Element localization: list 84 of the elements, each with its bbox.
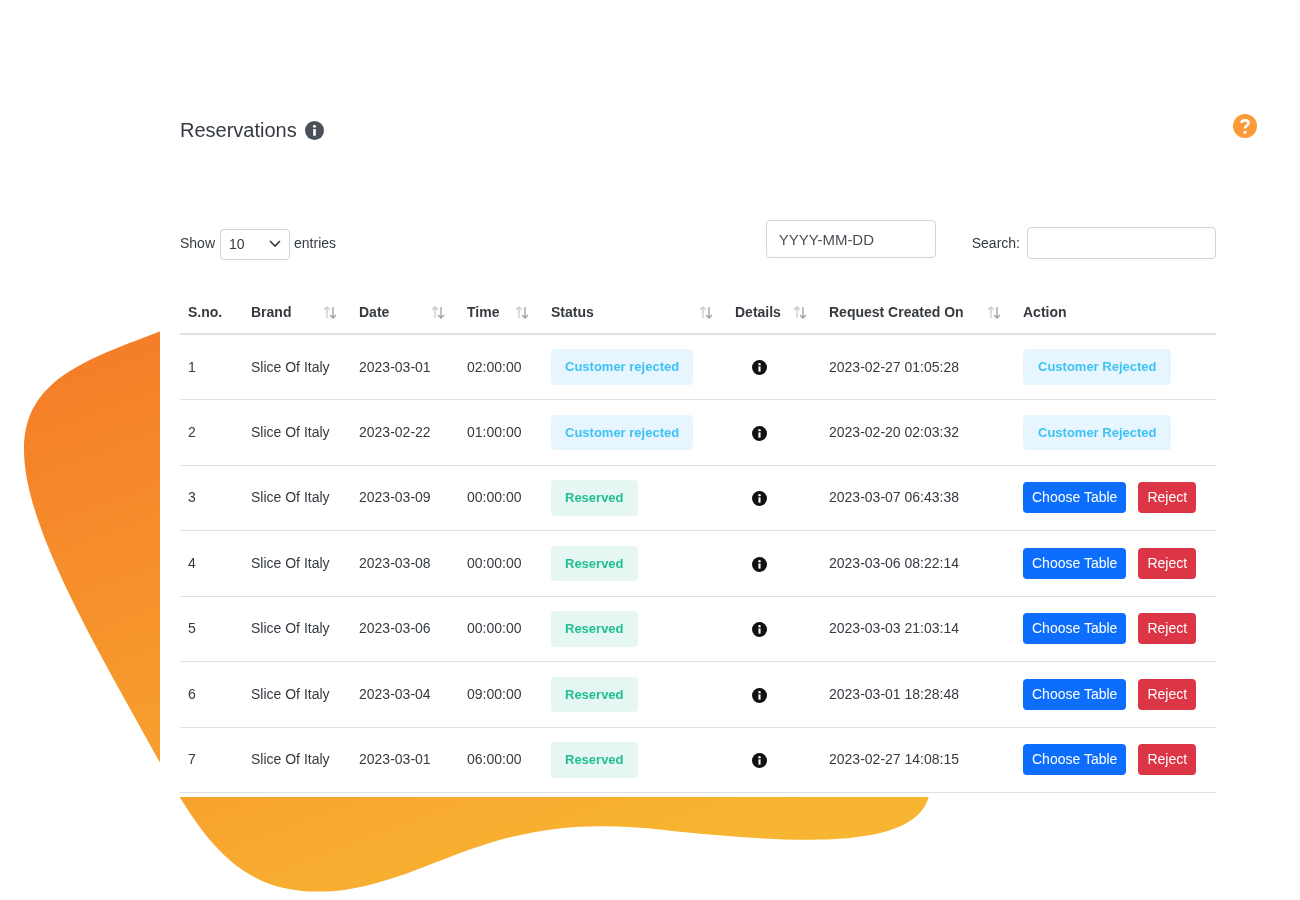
table-cell: Slice Of Italy: [251, 685, 330, 702]
table-cell: 6: [188, 685, 196, 702]
table-cell: 2023-03-08: [359, 554, 431, 571]
table-cell: 00:00:00: [467, 554, 522, 571]
status-badge: Reserved: [551, 742, 638, 778]
table-cell: 1: [188, 358, 196, 375]
table-cell: 09:00:00: [467, 685, 522, 702]
page-title: Reservations: [180, 118, 297, 143]
table-cell: Slice Of Italy: [251, 554, 330, 571]
table-cell: 2023-03-07 06:43:38: [829, 489, 959, 506]
info-icon[interactable]: [751, 687, 767, 703]
info-icon[interactable]: [304, 120, 324, 140]
reject-button[interactable]: Reject: [1138, 613, 1197, 645]
status-badge: Reserved: [551, 611, 638, 647]
info-icon[interactable]: [751, 556, 767, 572]
status-badge: Customer Rejected: [1023, 414, 1172, 450]
info-icon[interactable]: [751, 360, 767, 376]
table-cell: 2023-03-04: [359, 685, 431, 702]
table-cell: 4: [188, 554, 196, 571]
show-label: Show: [180, 233, 216, 253]
status-badge: Customer Rejected: [1023, 349, 1172, 385]
status-badge: Reserved: [551, 480, 638, 516]
choose-table-button[interactable]: Choose Table: [1023, 678, 1127, 710]
entries-label: entries: [294, 233, 337, 253]
choose-table-button[interactable]: Choose Table: [1023, 744, 1127, 776]
info-icon[interactable]: [751, 622, 767, 638]
chevron-down-icon: [269, 240, 282, 248]
sort-icon[interactable]: [987, 305, 1001, 319]
table-cell: 2: [188, 423, 196, 440]
table-cell: Slice Of Italy: [251, 423, 330, 440]
entries-dropdown[interactable]: 10: [220, 228, 291, 260]
table-cell: 2023-03-06: [359, 620, 431, 637]
table-cell: 3: [188, 489, 196, 506]
table-cell: Slice Of Italy: [251, 358, 330, 375]
table-cell: Slice Of Italy: [251, 751, 330, 768]
column-header[interactable]: Status: [551, 301, 594, 323]
search-input-field[interactable]: [1027, 227, 1216, 259]
table-cell: 7: [188, 751, 196, 768]
search-label: Search:: [971, 233, 1020, 253]
reject-button[interactable]: Reject: [1138, 482, 1197, 514]
column-header[interactable]: Time: [467, 301, 500, 323]
info-icon[interactable]: [751, 491, 767, 507]
column-header[interactable]: Date: [359, 301, 390, 323]
sort-icon[interactable]: [323, 305, 337, 319]
column-header[interactable]: Brand: [251, 301, 292, 323]
table-cell: Slice Of Italy: [251, 620, 330, 637]
column-header: Action: [1023, 302, 1067, 322]
table-cell: 02:00:00: [467, 358, 522, 375]
table-cell: 2023-03-01 18:28:48: [829, 685, 959, 702]
table-cell: 2023-02-20 02:03:32: [829, 423, 959, 440]
reject-button[interactable]: Reject: [1138, 678, 1197, 710]
table-cell: Slice Of Italy: [251, 489, 330, 506]
column-header[interactable]: Request Created On: [829, 301, 964, 323]
table-cell: 2023-03-01: [359, 358, 431, 375]
sort-icon[interactable]: [431, 305, 445, 319]
info-icon[interactable]: [751, 425, 767, 441]
table-cell: 06:00:00: [467, 751, 522, 768]
table-cell: 2023-03-01: [359, 751, 431, 768]
reject-button[interactable]: Reject: [1138, 547, 1197, 579]
status-badge: Reserved: [551, 545, 638, 581]
table-cell: 2023-02-27 14:08:15: [829, 751, 959, 768]
status-badge: Customer rejected: [551, 349, 694, 385]
choose-table-button[interactable]: Choose Table: [1023, 613, 1127, 645]
table-cell: 2023-02-27 01:05:28: [829, 358, 959, 375]
table-cell: 2023-03-03 21:03:14: [829, 620, 959, 637]
table-cell: 2023-02-22: [359, 423, 431, 440]
table-cell: 01:00:00: [467, 423, 522, 440]
choose-table-button[interactable]: Choose Table: [1023, 547, 1127, 579]
table-cell: 2023-03-09: [359, 489, 431, 506]
column-header[interactable]: Details: [735, 301, 781, 323]
sort-icon[interactable]: [699, 305, 713, 319]
status-badge: Reserved: [551, 676, 638, 712]
choose-table-button[interactable]: Choose Table: [1023, 482, 1127, 514]
status-badge: Customer rejected: [551, 414, 694, 450]
table-cell: 2023-03-06 08:22:14: [829, 554, 959, 571]
sort-icon[interactable]: [793, 305, 807, 319]
date-input-field[interactable]: YYYY-MM-DD: [765, 220, 936, 258]
column-header: S.no.: [188, 302, 223, 322]
sort-icon[interactable]: [515, 305, 529, 319]
table-cell: 00:00:00: [467, 489, 522, 506]
reject-button[interactable]: Reject: [1138, 744, 1197, 776]
info-icon[interactable]: [751, 753, 767, 769]
table-cell: 00:00:00: [467, 620, 522, 637]
table-cell: 5: [188, 620, 196, 637]
